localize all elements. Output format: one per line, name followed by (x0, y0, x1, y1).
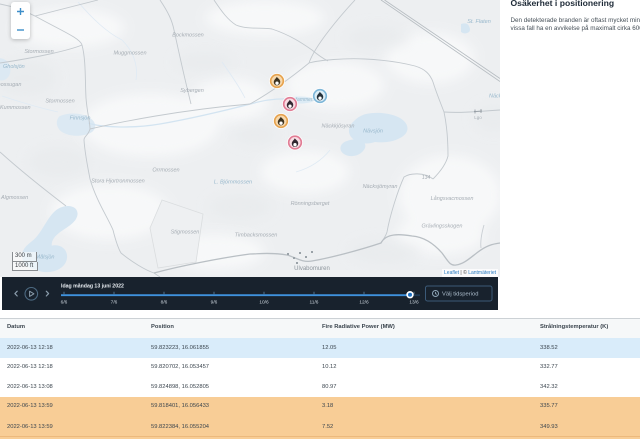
svg-text:Idag måndag 13 juni 2022: Idag måndag 13 juni 2022 (61, 283, 124, 290)
svg-text:Muggmossen: Muggmossen (113, 51, 146, 57)
svg-text:7/6: 7/6 (111, 300, 118, 306)
svg-text:Bockmossen: Bockmossen (172, 33, 204, 39)
svg-text:Stormossen: Stormossen (24, 49, 53, 55)
svg-text:13/6: 13/6 (409, 300, 419, 306)
svg-text:Sybergen: Sybergen (180, 88, 204, 94)
svg-text:6/6: 6/6 (61, 300, 68, 306)
svg-text:10/6: 10/6 (259, 300, 269, 306)
svg-text:Gholsjön: Gholsjön (3, 64, 25, 70)
svg-text:Välj tidsperiod: Välj tidsperiod (442, 292, 478, 298)
svg-text:Stigmossen: Stigmossen (171, 230, 200, 236)
svg-text:Näckebo: Näckebo (489, 94, 500, 100)
svg-text:Grävlingsskogen: Grävlingsskogen (422, 224, 463, 230)
svg-text:Lgo: Lgo (474, 115, 482, 120)
svg-text:Orrmossen: Orrmossen (152, 168, 179, 174)
svg-text:L. Björnmossen: L. Björnmossen (214, 180, 252, 186)
svg-text:Rönningsberget: Rönningsberget (291, 201, 330, 207)
svg-text:12/6: 12/6 (359, 300, 369, 306)
svg-text:9/6: 9/6 (211, 300, 218, 306)
svg-text:8/6: 8/6 (161, 300, 168, 306)
svg-text:Nävsjön: Nävsjön (363, 129, 383, 135)
svg-text:134: 134 (422, 175, 431, 181)
svg-text:11/6: 11/6 (310, 300, 319, 306)
svg-text:Ulvabomuren: Ulvabomuren (294, 266, 330, 272)
svg-text:Stormossen: Stormossen (45, 99, 74, 105)
svg-text:Långsvacmossen: Långsvacmossen (431, 195, 474, 202)
svg-text:Timbacksmossen: Timbacksmossen (235, 233, 278, 239)
svg-text:Näckkjösyran: Näckkjösyran (321, 124, 354, 130)
svg-text:Finnsjön: Finnsjön (70, 116, 91, 122)
svg-text:Målsjön: Målsjön (36, 254, 55, 261)
svg-text:Näcksjömyran: Näcksjömyran (363, 184, 398, 190)
svg-text:Stora Hjortronmossen: Stora Hjortronmossen (91, 179, 145, 185)
svg-text:mossugan: mossugan (0, 82, 21, 88)
svg-text:Algmossen: Algmossen (0, 195, 28, 201)
svg-text:St. Flaten: St. Flaten (467, 19, 491, 25)
svg-text:Kummossen: Kummossen (0, 105, 31, 111)
